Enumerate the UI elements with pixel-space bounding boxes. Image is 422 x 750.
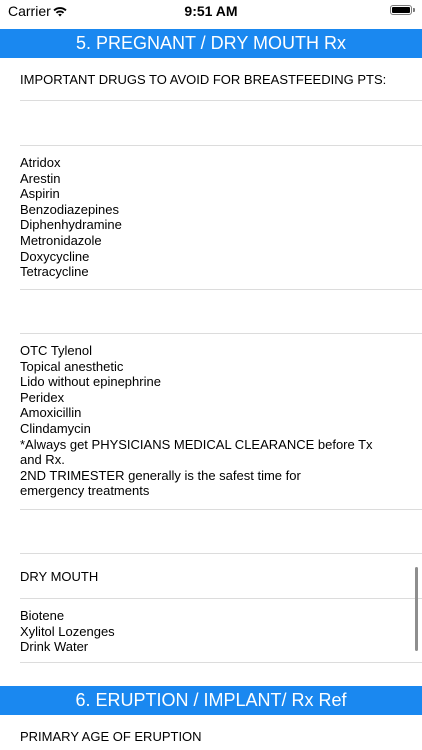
battery-icon <box>390 5 412 15</box>
remedy-water: Drink Water <box>20 639 89 655</box>
list-item-avoid-drugs[interactable]: Atridox Arestin Aspirin Benzodiazepines … <box>20 155 394 280</box>
divider <box>20 100 422 101</box>
divider <box>20 145 422 146</box>
safe-otc-tylenol: OTC Tylenol <box>20 343 93 358</box>
list-item-eruption-header[interactable]: PRIMARY AGE OF ERUPTION <box>20 729 394 745</box>
safe-topical-anesthetic: Topical anesthetic <box>20 358 124 374</box>
safe-amoxicillin: Amoxicillin <box>20 405 82 421</box>
battery-tip <box>413 8 415 12</box>
list-item-dry-mouth-remedies[interactable]: Biotene Xylitol Lozenges Drink Water <box>20 608 394 655</box>
divider <box>20 509 422 510</box>
trimester-note-cont: emergency treatments <box>20 483 150 499</box>
clearance-note-cont: and Rx. <box>20 452 65 468</box>
drug-doxycycline: Doxycycline <box>20 248 90 264</box>
divider <box>20 289 422 290</box>
row-text: IMPORTANT DRUGS TO AVOID FOR BREASTFEEDI… <box>20 72 387 87</box>
status-bar: Carrier 9:51 AM <box>0 0 422 26</box>
trimester-note: 2ND TRIMESTER generally is the safest ti… <box>20 467 301 483</box>
drug-arestin: Arestin <box>20 170 61 186</box>
drug-metronidazole: Metronidazole <box>20 232 102 248</box>
safe-clindamycin: Clindamycin <box>20 420 91 436</box>
row-text: PRIMARY AGE OF ERUPTION <box>20 729 202 744</box>
list-item-dry-mouth-header[interactable]: DRY MOUTH <box>20 569 394 585</box>
clearance-note: *Always get PHYSICIANS MEDICAL CLEARANCE… <box>20 436 373 452</box>
section-header-eruption-implant[interactable]: 6. ERUPTION / IMPLANT/ Rx Ref <box>0 686 422 715</box>
divider <box>20 333 422 334</box>
drug-aspirin: Aspirin <box>20 186 60 202</box>
safe-peridex: Peridex <box>20 389 65 405</box>
drug-tetracycline: Tetracycline <box>20 264 89 280</box>
drug-atridox: Atridox <box>20 155 61 170</box>
divider <box>20 662 422 663</box>
clock: 9:51 AM <box>184 3 238 19</box>
divider <box>20 553 422 554</box>
list-item-safe-drugs[interactable]: OTC Tylenol Topical anesthetic Lido with… <box>20 343 394 499</box>
drug-benzodiazepines: Benzodiazepines <box>20 201 120 217</box>
section-header-pregnant-dry-mouth[interactable]: 5. PREGNANT / DRY MOUTH Rx <box>0 29 422 58</box>
divider <box>20 598 422 599</box>
safe-lido: Lido without epinephrine <box>20 374 161 390</box>
drug-diphenhydramine: Diphenhydramine <box>20 217 122 233</box>
row-text: DRY MOUTH <box>20 569 99 584</box>
scroll-indicator[interactable] <box>415 567 418 651</box>
remedy-biotene: Biotene <box>20 608 65 623</box>
remedy-xylitol: Xylitol Lozenges <box>20 623 115 639</box>
list-item-avoid-header[interactable]: IMPORTANT DRUGS TO AVOID FOR BREASTFEEDI… <box>20 72 394 88</box>
